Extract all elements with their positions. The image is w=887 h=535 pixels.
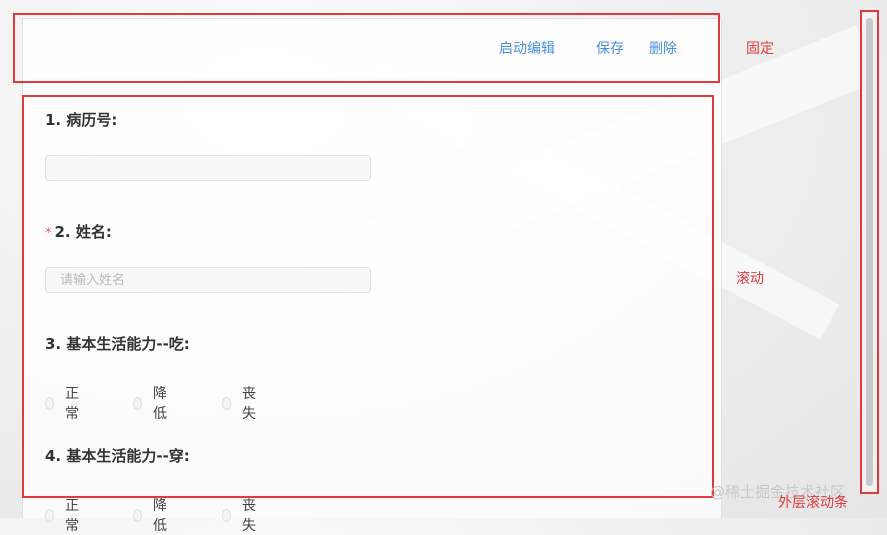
fixed-region-outline [13, 13, 720, 83]
radio-label: 降低 [153, 498, 168, 534]
outer-scrollbar[interactable] [860, 10, 879, 494]
radio-label: 正常 [65, 498, 80, 534]
radio-dress-reduced[interactable]: 降低 [133, 495, 171, 535]
radio-circle[interactable] [45, 508, 55, 522]
scrollbar-thumb[interactable] [866, 18, 873, 486]
radio-circle[interactable] [222, 508, 232, 522]
radio-dress-lost[interactable]: 丧失 [222, 495, 260, 535]
scroll-annotation: 滚动 [736, 271, 764, 287]
radio-circle[interactable] [133, 508, 143, 522]
fixed-annotation: 固定 [746, 41, 774, 57]
radio-dress-normal[interactable]: 正常 [45, 495, 83, 535]
scroll-region-outline [22, 95, 714, 498]
outer-scrollbar-annotation: 外层滚动条 [778, 495, 848, 511]
radio-label: 丧失 [242, 498, 257, 534]
